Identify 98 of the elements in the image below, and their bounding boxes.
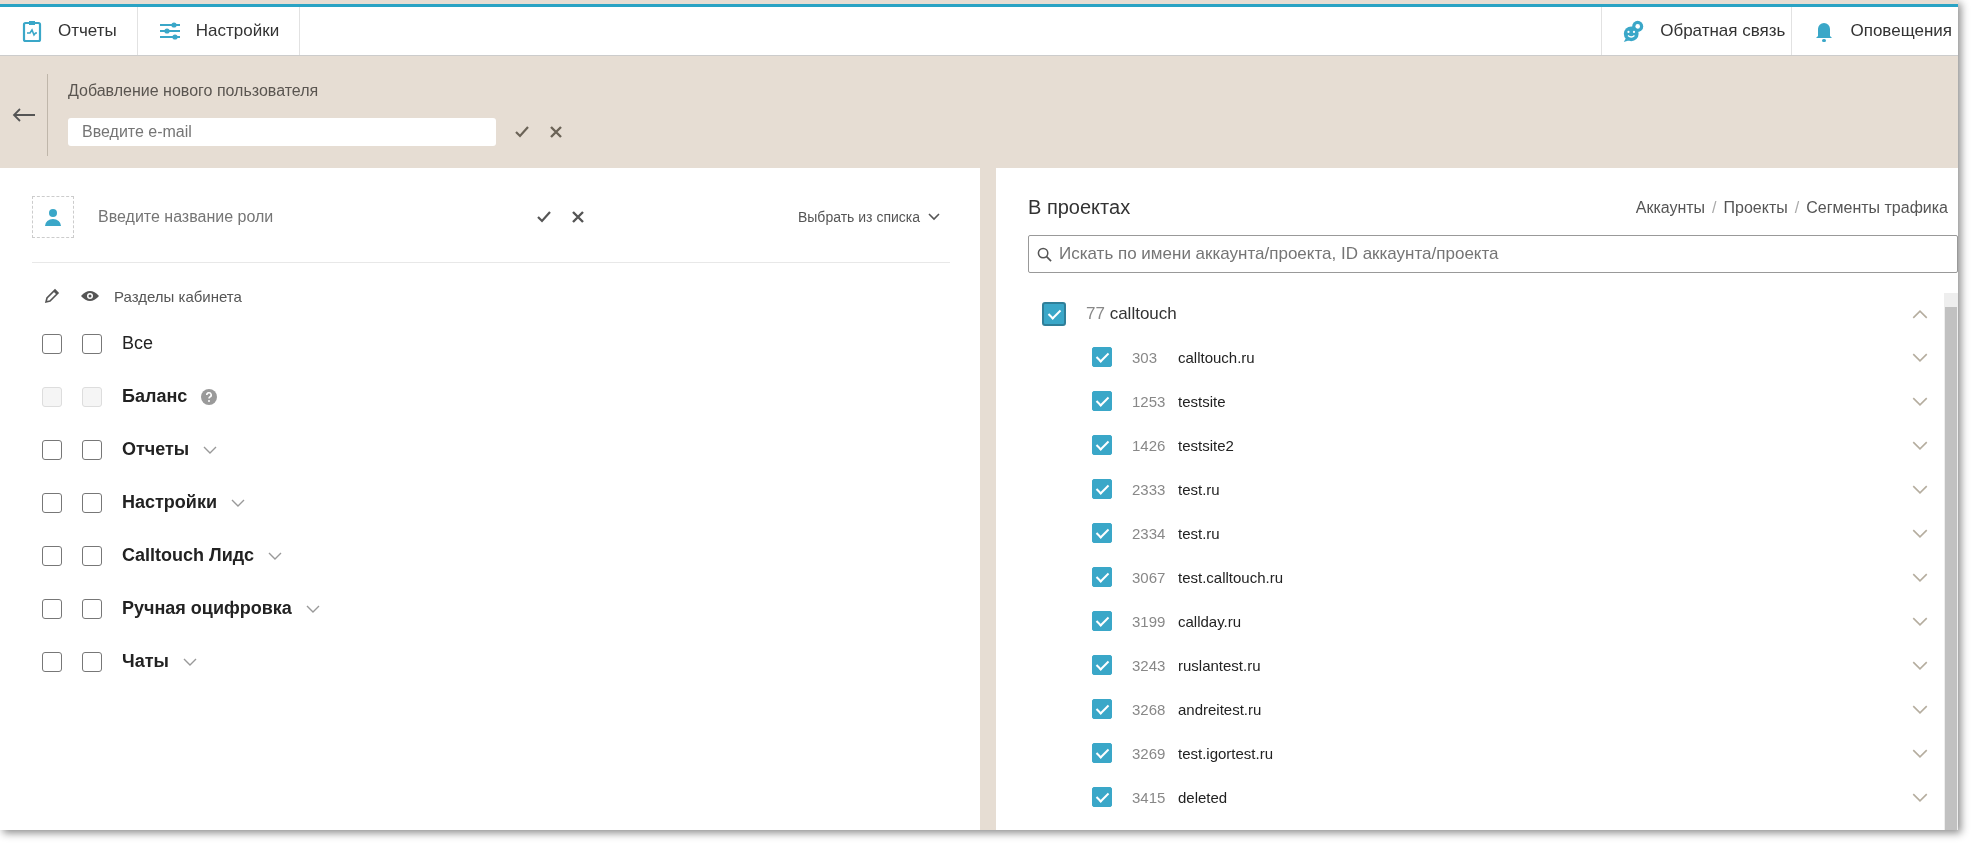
- close-icon[interactable]: [548, 124, 564, 140]
- project-id: 1253: [1132, 392, 1167, 410]
- project-checkbox[interactable]: [1092, 391, 1112, 411]
- project-name: calltouch.ru: [1178, 348, 1256, 366]
- chevron-icon[interactable]: [1912, 440, 1928, 450]
- project-checkbox[interactable]: [1092, 567, 1112, 587]
- close-icon[interactable]: [570, 209, 586, 225]
- project-checkbox[interactable]: [1092, 787, 1112, 807]
- nav-tab[interactable]: Настройки: [137, 7, 301, 55]
- project-checkbox[interactable]: [1092, 699, 1112, 719]
- nav-item[interactable]: Оповещения: [1791, 7, 1958, 55]
- breadcrumb-link[interactable]: Сегменты трафика: [1806, 198, 1948, 217]
- project-id: 3243: [1132, 656, 1167, 674]
- search-field[interactable]: Искать по имени аккаунта/проекта, ID аккаунта/проекта: [1028, 235, 1958, 273]
- page-title: Добавление нового пользователя: [68, 82, 320, 100]
- edit-checkbox[interactable]: [42, 598, 62, 619]
- edit-checkbox[interactable]: [42, 439, 62, 460]
- project-id: 3415: [1132, 788, 1167, 806]
- project-id: 3269: [1132, 744, 1167, 762]
- section-label: Ручная оцифровка: [122, 598, 292, 619]
- project-name: callday.ru: [1178, 612, 1243, 630]
- project-checkbox[interactable]: [1092, 523, 1112, 543]
- chevron-icon[interactable]: [1912, 484, 1928, 494]
- chevron-down-icon[interactable]: [230, 498, 245, 507]
- project-checkbox[interactable]: [1092, 347, 1112, 367]
- chevron-icon[interactable]: [1912, 528, 1928, 538]
- project-checkbox[interactable]: [1092, 479, 1112, 499]
- project-name: testsite: [1178, 392, 1227, 410]
- project-name: deleted: [1178, 788, 1229, 806]
- help-icon[interactable]: [201, 388, 218, 405]
- project-id: 3067: [1132, 568, 1167, 586]
- chevron-icon[interactable]: [1912, 352, 1928, 362]
- project-checkbox[interactable]: [1092, 743, 1112, 763]
- chevron-down-icon[interactable]: [267, 551, 282, 560]
- confirm-check-icon[interactable]: [536, 209, 552, 225]
- chevron-icon[interactable]: [1912, 792, 1928, 802]
- chevron-down-icon[interactable]: [203, 445, 218, 454]
- chevron-icon[interactable]: [1912, 616, 1928, 626]
- panel-title: В проектах: [1028, 196, 1131, 219]
- section-label: Настройки: [122, 492, 217, 513]
- user-avatar-icon: [32, 196, 74, 238]
- edit-checkbox[interactable]: [42, 333, 62, 354]
- project-name: andreitest.ru: [1178, 700, 1263, 718]
- project-name: test.calltouch.ru: [1178, 568, 1285, 586]
- project-name: test.ru: [1178, 524, 1221, 542]
- chevron-down-icon: [928, 213, 940, 221]
- view-checkbox[interactable]: [82, 651, 102, 672]
- edit-checkbox[interactable]: [42, 545, 62, 566]
- chevron-icon[interactable]: [1912, 748, 1928, 758]
- view-checkbox[interactable]: [82, 598, 102, 619]
- section-label: Отчеты: [122, 439, 190, 460]
- view-checkbox[interactable]: [82, 333, 102, 354]
- view-checkbox[interactable]: [82, 439, 102, 460]
- project-name: test.ru: [1178, 480, 1221, 498]
- select-dropdown[interactable]: Выбрать из списка: [797, 209, 940, 225]
- nav-item[interactable]: Обратная связь: [1601, 7, 1792, 55]
- chevron-icon[interactable]: [1912, 704, 1928, 714]
- project-name: ruslantest.ru: [1178, 656, 1262, 674]
- search-icon: [1037, 247, 1052, 262]
- section-label: Чаты: [122, 651, 169, 672]
- clipboard-icon: [20, 19, 44, 43]
- section-label: Баланс: [122, 386, 188, 407]
- chevron-down-icon[interactable]: [305, 604, 320, 613]
- view-checkbox[interactable]: [82, 545, 102, 566]
- section-header: Разделы кабинета: [114, 287, 242, 305]
- breadcrumb-link[interactable]: Аккаунты: [1635, 198, 1706, 217]
- edit-checkbox[interactable]: [42, 492, 62, 513]
- view-checkbox[interactable]: [82, 492, 102, 513]
- breadcrumb-separator: /: [1712, 198, 1717, 217]
- project-id: 2334: [1132, 524, 1167, 542]
- project-id: 1426: [1132, 436, 1167, 454]
- edit-checkbox[interactable]: [42, 651, 62, 672]
- project-id: 2333: [1132, 480, 1167, 498]
- account-name: 77 calltouch: [1086, 304, 1178, 324]
- project-name: test.igortest.ru: [1178, 744, 1275, 762]
- chevron-icon[interactable]: [1912, 660, 1928, 670]
- sliders-icon: [157, 19, 182, 43]
- chevron-down-icon[interactable]: [182, 657, 197, 666]
- project-checkbox[interactable]: [1092, 435, 1112, 455]
- email-input[interactable]: Введите e-mail: [68, 118, 496, 146]
- section-label: Calltouch Лидс: [122, 545, 254, 566]
- breadcrumb-link[interactable]: Проекты: [1723, 198, 1788, 217]
- scrollbar[interactable]: [1944, 293, 1958, 830]
- project-id: 3199: [1132, 612, 1167, 630]
- project-checkbox[interactable]: [1092, 655, 1112, 675]
- breadcrumb-separator: /: [1794, 198, 1800, 217]
- section-label: Все: [122, 333, 154, 354]
- project-id: 3268: [1132, 700, 1167, 718]
- confirm-check-icon[interactable]: [514, 124, 530, 140]
- project-id: 303: [1132, 348, 1159, 366]
- account-checkbox[interactable]: [1042, 302, 1066, 326]
- nav-tab[interactable]: Отчеты: [0, 7, 138, 55]
- project-checkbox[interactable]: [1092, 611, 1112, 631]
- chevron-icon[interactable]: [1912, 309, 1928, 319]
- chevron-icon[interactable]: [1912, 572, 1928, 582]
- project-name: testsite2: [1178, 436, 1235, 454]
- pencil-icon: [42, 287, 62, 305]
- chevron-icon[interactable]: [1912, 396, 1928, 406]
